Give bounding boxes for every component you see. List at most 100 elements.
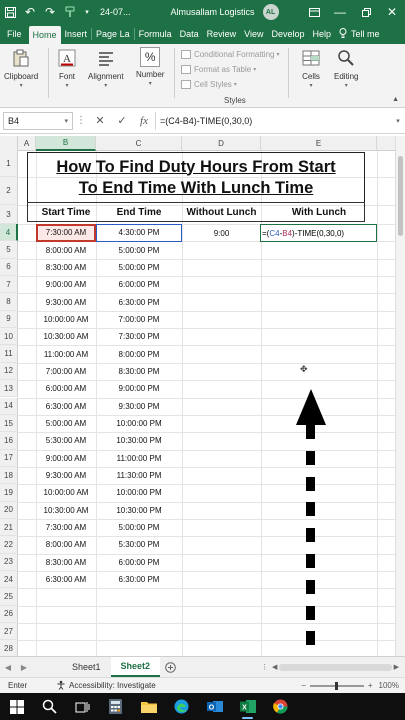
cell-start-time[interactable]: 8:30:00 AM bbox=[36, 554, 96, 571]
save-icon[interactable] bbox=[0, 0, 20, 24]
insert-function-button[interactable]: fx bbox=[133, 115, 155, 127]
tab-data[interactable]: Data bbox=[176, 24, 203, 44]
row-header[interactable]: 10 bbox=[0, 328, 18, 346]
cell-start-time[interactable]: 8:00:00 AM bbox=[36, 536, 96, 553]
cell-end-time[interactable]: 8:30:00 PM bbox=[96, 363, 182, 380]
conditional-formatting-button[interactable]: Conditional Formatting ▾ bbox=[181, 47, 280, 62]
row-header[interactable]: 9 bbox=[0, 310, 18, 329]
search-icon[interactable] bbox=[33, 693, 66, 720]
cell-start-time[interactable]: 10:00:00 AM bbox=[36, 311, 96, 328]
sheet-tab-sheet2[interactable]: Sheet2 bbox=[110, 657, 161, 677]
cell-end-time[interactable]: 9:30:00 PM bbox=[96, 398, 182, 415]
column-header-a[interactable]: A bbox=[18, 136, 36, 151]
row-header[interactable]: 27 bbox=[0, 623, 18, 641]
row-header[interactable]: 26 bbox=[0, 605, 18, 624]
format-painter-icon[interactable] bbox=[60, 0, 80, 24]
cell-end-time[interactable]: 11:30:00 PM bbox=[96, 467, 182, 484]
cell-end-time[interactable]: 6:00:00 PM bbox=[96, 554, 182, 571]
excel-taskbar-icon[interactable]: X bbox=[231, 693, 264, 720]
cell-end-time[interactable]: 5:00:00 PM bbox=[96, 519, 182, 536]
ribbon-display-icon[interactable] bbox=[301, 0, 327, 24]
tab-formulas[interactable]: Formula bbox=[135, 24, 176, 44]
row-header[interactable]: 15 bbox=[0, 414, 18, 433]
task-view-icon[interactable] bbox=[66, 693, 99, 720]
row-header[interactable]: 20 bbox=[0, 501, 18, 519]
calculator-icon[interactable] bbox=[99, 693, 132, 720]
cell-start-time[interactable]: 5:00:00 AM bbox=[36, 415, 96, 432]
windows-start-icon[interactable] bbox=[0, 693, 33, 720]
chrome-icon[interactable] bbox=[264, 693, 297, 720]
row-header[interactable]: 13 bbox=[0, 380, 18, 398]
vertical-scroll-thumb[interactable] bbox=[398, 156, 403, 236]
row-header[interactable]: 25 bbox=[0, 588, 18, 606]
tab-home[interactable]: Home bbox=[28, 26, 61, 44]
cell-start-time[interactable]: 9:00:00 AM bbox=[36, 450, 96, 467]
cell-end-time[interactable]: 10:30:00 PM bbox=[96, 502, 182, 519]
zoom-slider[interactable] bbox=[309, 681, 364, 690]
scroll-right-icon[interactable]: ▶ bbox=[394, 663, 399, 671]
row-header[interactable]: 19 bbox=[0, 484, 18, 502]
cell-start-time[interactable]: 5:30:00 AM bbox=[36, 432, 96, 449]
cell-start-time[interactable]: 10:30:00 AM bbox=[36, 502, 96, 519]
accessibility-button[interactable]: Accessibility: Investigate bbox=[56, 680, 156, 692]
header-end-time[interactable]: End Time bbox=[96, 205, 182, 220]
vertical-scrollbar[interactable] bbox=[395, 136, 405, 656]
undo-icon[interactable]: ↶ bbox=[20, 0, 40, 24]
cell-end-time[interactable]: 5:00:00 PM bbox=[96, 259, 182, 276]
cell-end-time[interactable]: 5:00:00 PM bbox=[96, 241, 182, 258]
editing-button[interactable]: Editing ▾ bbox=[334, 47, 358, 89]
row-header[interactable]: 17 bbox=[0, 449, 18, 467]
row-header[interactable]: 5 bbox=[0, 241, 18, 259]
worksheet-grid[interactable]: A B C D E 1 2 3 4 5 6 7 8 9 10 11 12 13 14 15 16 17 18 19 2… bbox=[0, 136, 395, 720]
horizontal-scrollbar[interactable]: ⋮ ◀ ▶ bbox=[261, 662, 399, 672]
cell-start-time[interactable]: 7:30:00 AM bbox=[36, 519, 96, 536]
cells-button[interactable]: Cells ▾ bbox=[299, 47, 323, 89]
row-header[interactable]: 14 bbox=[0, 397, 18, 415]
row-header[interactable]: 22 bbox=[0, 536, 18, 554]
sheet-prev-icon[interactable]: ◀ bbox=[0, 663, 16, 672]
zoom-level[interactable]: 100% bbox=[379, 681, 399, 690]
cell-start-time[interactable]: 6:30:00 AM bbox=[36, 398, 96, 415]
formula-input[interactable]: =(C4-B4)-TIME(0,30,0) bbox=[155, 111, 391, 130]
row-header[interactable]: 23 bbox=[0, 553, 18, 571]
cell-d4[interactable]: 9:00 bbox=[182, 224, 261, 242]
cell-start-time[interactable]: 10:30:00 AM bbox=[36, 328, 96, 345]
number-button[interactable]: % Number ▾ bbox=[136, 47, 164, 87]
collapse-ribbon-icon[interactable]: ▲ bbox=[392, 96, 399, 103]
avatar[interactable]: AL bbox=[262, 4, 279, 20]
row-header[interactable]: 6 bbox=[0, 258, 18, 277]
customize-qat-icon[interactable]: ▾ bbox=[80, 0, 94, 24]
cell-start-time[interactable]: 8:00:00 AM bbox=[36, 241, 96, 258]
cell-end-time[interactable]: 10:00:00 PM bbox=[96, 484, 182, 501]
enter-formula-button[interactable]: ✓ bbox=[111, 114, 133, 127]
font-button[interactable]: A Font ▾ bbox=[55, 47, 79, 89]
cell-end-time[interactable]: 6:30:00 PM bbox=[96, 293, 182, 310]
minimize-icon[interactable]: — bbox=[327, 0, 353, 24]
cell-start-time[interactable]: 7:30:00 AM bbox=[36, 224, 96, 241]
cancel-formula-button[interactable]: ✕ bbox=[89, 114, 111, 127]
tab-view[interactable]: View bbox=[240, 24, 267, 44]
cell-end-time[interactable]: 4:30:00 PM bbox=[96, 224, 182, 241]
cell-start-time[interactable]: 8:30:00 AM bbox=[36, 259, 96, 276]
column-header-d[interactable]: D bbox=[182, 136, 261, 151]
cell-start-time[interactable]: 6:00:00 AM bbox=[36, 380, 96, 397]
cell-start-time[interactable]: 9:00:00 AM bbox=[36, 276, 96, 293]
row-header[interactable]: 2 bbox=[0, 177, 18, 205]
cell-start-time[interactable]: 11:00:00 AM bbox=[36, 345, 96, 362]
tab-insert[interactable]: Insert bbox=[61, 24, 92, 44]
row-header[interactable]: 11 bbox=[0, 345, 18, 363]
file-explorer-icon[interactable] bbox=[132, 693, 165, 720]
cell-end-time[interactable]: 10:30:00 PM bbox=[96, 432, 182, 449]
format-as-table-button[interactable]: Format as Table ▾ bbox=[181, 62, 256, 77]
cell-end-time[interactable]: 11:00:00 PM bbox=[96, 450, 182, 467]
tab-help[interactable]: Help bbox=[309, 24, 336, 44]
restore-icon[interactable] bbox=[353, 0, 379, 24]
select-all-corner[interactable] bbox=[0, 136, 18, 151]
tab-review[interactable]: Review bbox=[203, 24, 241, 44]
cell-start-time[interactable]: 7:00:00 AM bbox=[36, 363, 96, 380]
redo-icon[interactable]: ↷ bbox=[40, 0, 60, 24]
tab-developer[interactable]: Develop bbox=[267, 24, 308, 44]
add-sheet-icon[interactable] bbox=[160, 657, 180, 677]
row-header[interactable]: 24 bbox=[0, 571, 18, 589]
cell-end-time[interactable]: 7:30:00 PM bbox=[96, 328, 182, 345]
